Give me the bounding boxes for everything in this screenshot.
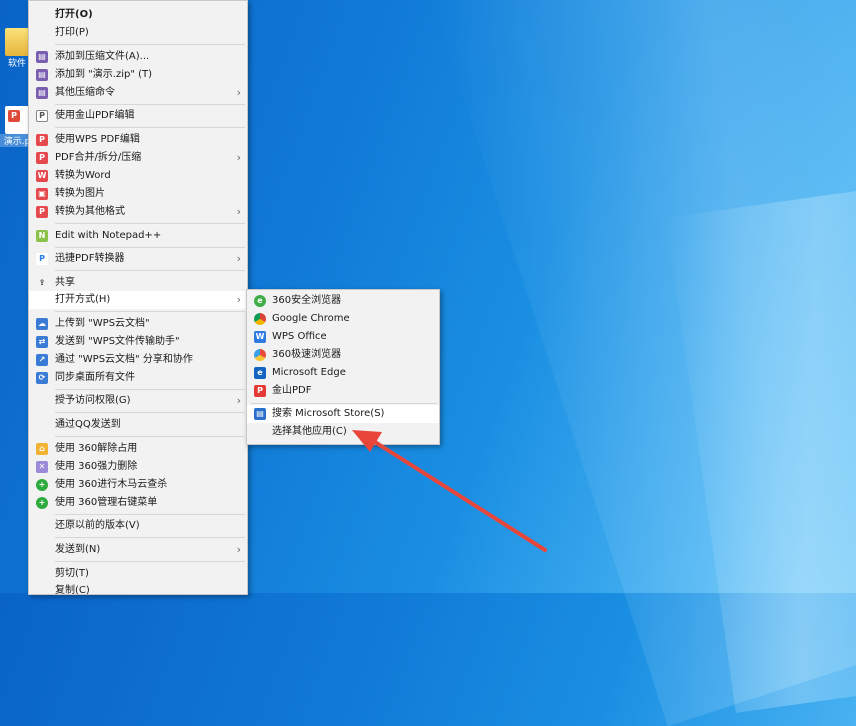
arrow-shaft xyxy=(373,440,547,552)
arrow-head xyxy=(352,430,382,452)
annotation-arrow xyxy=(352,430,547,552)
